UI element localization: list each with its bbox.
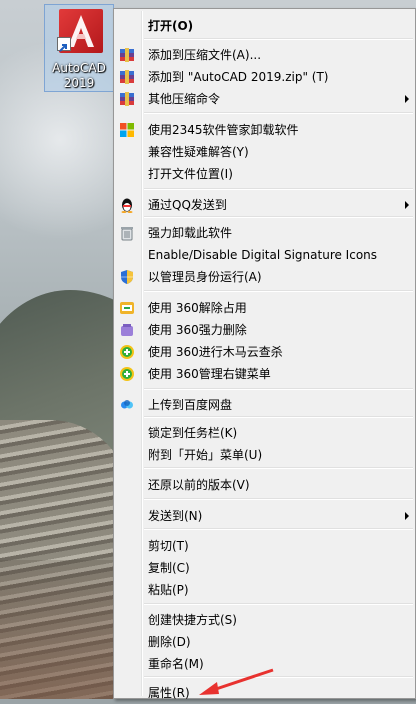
menu-item[interactable]: 使用 360强力删除 bbox=[116, 320, 413, 341]
menu-separator bbox=[144, 388, 413, 390]
menu-item[interactable]: 使用 360解除占用 bbox=[116, 298, 413, 319]
menu-item-label: 以管理员身份运行(A) bbox=[148, 270, 262, 284]
menu-item[interactable]: 附到「开始」菜单(U) bbox=[116, 445, 413, 466]
menu-item[interactable]: 打开(O) bbox=[116, 16, 413, 37]
menu-item[interactable]: 发送到(N) bbox=[116, 506, 413, 527]
menu-item-label: 打开文件位置(I) bbox=[148, 167, 233, 181]
menu-item[interactable]: 粘贴(P) bbox=[116, 580, 413, 601]
menu-item-label: 剪切(T) bbox=[148, 539, 189, 553]
context-menu: 打开(O) 添加到压缩文件(A)... 添加到 "AutoCAD 2019.zip"… bbox=[113, 8, 416, 700]
menu-item[interactable]: 添加到 "AutoCAD 2019.zip" (T) bbox=[116, 67, 413, 88]
menu-item-label: 上传到百度网盘 bbox=[148, 398, 233, 412]
wallpaper-valley bbox=[0, 560, 130, 699]
menu-item-label: 强力卸载此软件 bbox=[148, 226, 233, 240]
windows-flag-icon bbox=[119, 122, 135, 138]
360-delete-icon bbox=[119, 322, 135, 338]
menu-item[interactable]: 通过QQ发送到 bbox=[116, 195, 413, 216]
red-pointer-arrow-icon bbox=[199, 668, 274, 695]
menu-item[interactable]: Enable/Disable Digital Signature Icons bbox=[116, 245, 413, 266]
menu-item[interactable]: 上传到百度网盘 bbox=[116, 395, 413, 416]
menu-item[interactable]: 复制(C) bbox=[116, 558, 413, 579]
menu-item-label: 使用 360进行木马云查杀 bbox=[148, 345, 283, 359]
uac-shield-icon bbox=[119, 269, 135, 285]
menu-item[interactable]: 还原以前的版本(V) bbox=[116, 475, 413, 496]
menu-item[interactable]: 其他压缩命令 bbox=[116, 89, 413, 110]
menu-item-label: 创建快捷方式(S) bbox=[148, 613, 237, 627]
winrar-icon bbox=[119, 47, 135, 63]
menu-item-label: 使用2345软件管家卸载软件 bbox=[148, 123, 299, 137]
menu-separator bbox=[144, 676, 413, 678]
menu-separator bbox=[144, 38, 413, 40]
menu-item-label: 发送到(N) bbox=[148, 509, 203, 523]
menu-item-label: 锁定到任务栏(K) bbox=[148, 426, 238, 440]
menu-item-label: 其他压缩命令 bbox=[148, 92, 221, 106]
360-guard-icon bbox=[119, 366, 135, 382]
winrar-icon bbox=[119, 91, 135, 107]
desktop-icon-label: AutoCAD 2019 bbox=[52, 61, 106, 90]
submenu-arrow-icon bbox=[405, 95, 409, 103]
submenu-arrow-icon bbox=[405, 512, 409, 520]
menu-separator bbox=[144, 528, 413, 530]
menu-item[interactable]: 使用2345软件管家卸载软件 bbox=[116, 120, 413, 141]
menu-item-label: 属性(R) bbox=[148, 686, 190, 700]
menu-item-label: 兼容性疑难解答(Y) bbox=[148, 145, 249, 159]
trash-icon bbox=[119, 225, 135, 241]
menu-item[interactable]: 强力卸载此软件 bbox=[116, 223, 413, 244]
menu-item-label: Enable/Disable Digital Signature Icons bbox=[148, 248, 378, 262]
menu-item-label: 粘贴(P) bbox=[148, 583, 189, 597]
qq-penguin-icon bbox=[119, 197, 135, 213]
menu-item-label: 打开(O) bbox=[148, 19, 194, 33]
menu-item-label: 通过QQ发送到 bbox=[148, 198, 227, 212]
menu-item-label: 附到「开始」菜单(U) bbox=[148, 448, 263, 462]
menu-separator bbox=[144, 416, 413, 418]
360-unlock-icon bbox=[119, 300, 135, 316]
menu-item-label: 使用 360解除占用 bbox=[148, 301, 247, 315]
menu-separator bbox=[144, 467, 413, 469]
menu-separator bbox=[144, 498, 413, 500]
menu-item[interactable]: 添加到压缩文件(A)... bbox=[116, 45, 413, 66]
menu-item-label: 复制(C) bbox=[148, 561, 190, 575]
menu-item[interactable]: 锁定到任务栏(K) bbox=[116, 423, 413, 444]
menu-item-label: 使用 360管理右键菜单 bbox=[148, 367, 271, 381]
menu-item-label: 还原以前的版本(V) bbox=[148, 478, 250, 492]
menu-item[interactable]: 兼容性疑难解答(Y) bbox=[116, 142, 413, 163]
shortcut-arrow-icon bbox=[57, 37, 71, 52]
menu-separator bbox=[144, 112, 413, 114]
menu-item[interactable]: 使用 360管理右键菜单 bbox=[116, 364, 413, 385]
winrar-icon bbox=[119, 69, 135, 85]
menu-item[interactable]: 打开文件位置(I) bbox=[116, 164, 413, 185]
menu-item-label: 删除(D) bbox=[148, 635, 191, 649]
menu-item-label: 添加到压缩文件(A)... bbox=[148, 48, 262, 62]
menu-separator bbox=[144, 603, 413, 605]
menu-item[interactable]: 剪切(T) bbox=[116, 536, 413, 557]
autocad-desktop-shortcut[interactable]: AutoCAD 2019 bbox=[44, 4, 114, 92]
baidu-cloud-icon bbox=[119, 397, 135, 413]
menu-item[interactable]: 创建快捷方式(S) bbox=[116, 610, 413, 631]
menu-item[interactable]: 使用 360进行木马云查杀 bbox=[116, 342, 413, 363]
menu-item-label: 添加到 "AutoCAD 2019.zip" (T) bbox=[148, 70, 329, 84]
submenu-arrow-icon bbox=[405, 201, 409, 209]
menu-separator bbox=[144, 290, 413, 292]
menu-separator bbox=[144, 188, 413, 190]
menu-item-label: 使用 360强力删除 bbox=[148, 323, 247, 337]
menu-item[interactable]: 以管理员身份运行(A) bbox=[116, 267, 413, 288]
360-guard-icon bbox=[119, 344, 135, 360]
menu-item[interactable]: 删除(D) bbox=[116, 632, 413, 653]
menu-separator bbox=[144, 216, 413, 218]
